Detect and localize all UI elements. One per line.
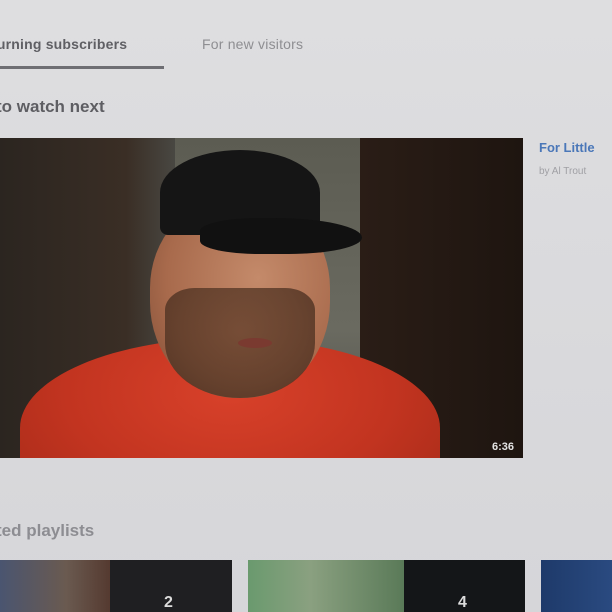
- side-video-title-link[interactable]: For Little: [539, 140, 595, 155]
- playlist-image: [0, 560, 110, 612]
- video-duration-badge: 6:36: [491, 441, 514, 453]
- person-cap-brim: [200, 218, 362, 254]
- active-tab-indicator: [0, 66, 164, 69]
- channel-tabs: turning subscribers For new visitors: [0, 28, 612, 70]
- tab-new-visitors[interactable]: For new visitors: [202, 36, 303, 52]
- side-video-author: by Al Trout: [539, 166, 587, 177]
- section-title-watch-next: to watch next: [0, 97, 105, 116]
- tab-returning-subscribers[interactable]: turning subscribers: [0, 36, 127, 52]
- channel-page: turning subscribers For new visitors to …: [0, 0, 612, 612]
- playlist-video-count: 2: [164, 594, 173, 611]
- featured-video-thumbnail[interactable]: 6:36: [0, 138, 523, 458]
- playlist-thumbnail-3[interactable]: [541, 560, 612, 612]
- section-title-playlists: ted playlists: [0, 521, 95, 540]
- playlist-thumbnail-2[interactable]: 4: [248, 560, 525, 612]
- playlist-thumbnail-1[interactable]: 2: [0, 560, 232, 612]
- playlist-image: [248, 560, 404, 612]
- playlist-video-count: 4: [458, 594, 467, 611]
- person-mouth: [238, 338, 272, 348]
